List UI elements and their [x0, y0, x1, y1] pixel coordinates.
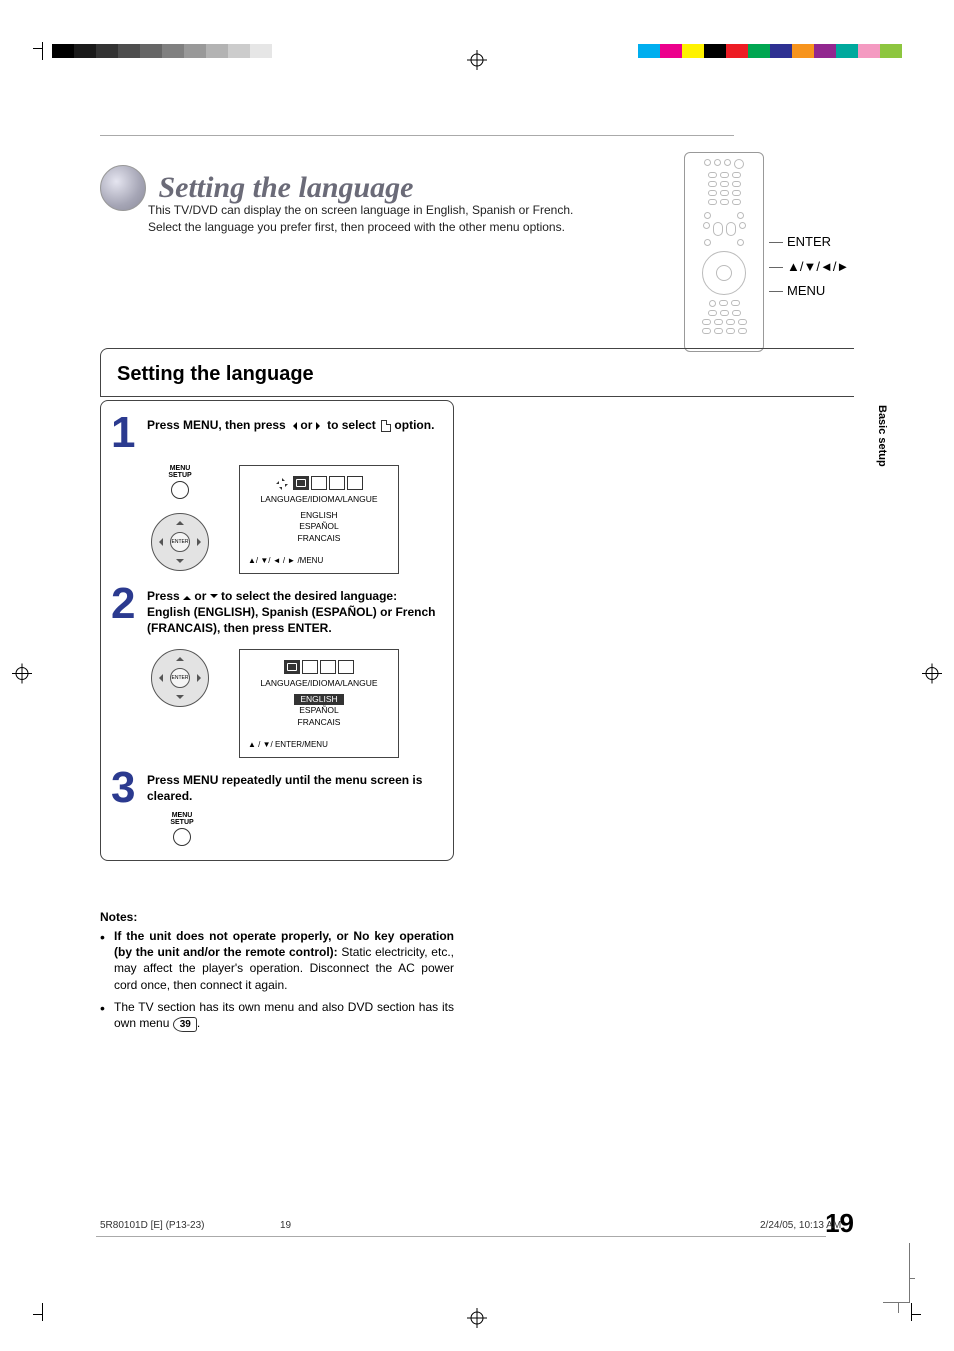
registration-mark-icon [12, 663, 32, 688]
osd-screen-1: LANGUAGE/IDIOMA/LANGUE ENGLISH ESPAÑOL F… [239, 465, 399, 574]
menu-setup-button-icon: MENUSETUP [167, 812, 197, 846]
page-title: Setting the language [158, 171, 413, 205]
osd-item: ESPAÑOL [248, 521, 390, 532]
section-title: Setting the language [117, 363, 854, 386]
dpad-icon: ENTER [151, 649, 209, 707]
osd-tab-icon [311, 476, 327, 490]
notes-section: Notes: If the unit does not operate prop… [100, 910, 454, 1038]
step-1: 1 Press MENU, then press or to select op… [111, 413, 443, 453]
osd-screen-2: LANGUAGE/IDIOMA/LANGUE ENGLISH ESPAÑOL F… [239, 649, 399, 758]
osd-tab-icon [320, 660, 336, 674]
header-rule [100, 135, 734, 136]
intro-text: This TV/DVD can display the on screen la… [148, 202, 588, 237]
osd-footer: ▲/ ▼/ ◄ / ► /MENU [248, 556, 390, 565]
osd-item: ESPAÑOL [248, 705, 390, 716]
note-item: If the unit does not operate properly, o… [114, 928, 454, 993]
step-1-text: Press MENU, then press or to select opti… [147, 413, 443, 453]
section-bullet-icon [100, 165, 146, 211]
osd-item-selected: ENGLISH [294, 694, 343, 705]
corner-crop-icon [884, 1243, 910, 1303]
side-tab-label: Basic setup [876, 405, 888, 467]
osd-label: LANGUAGE/IDIOMA/LANGUE [248, 494, 390, 504]
page-reference-badge: 39 [173, 1017, 197, 1032]
osd-footer: ▲ / ▼/ ENTER/MENU [248, 740, 390, 749]
crop-mark-icon [42, 42, 58, 60]
osd-item: FRANCAIS [248, 533, 390, 544]
footer-doc-id: 5R80101D [E] (P13-23) [100, 1220, 280, 1231]
osd-tab-icon [347, 476, 363, 490]
crop-mark-icon [42, 1303, 58, 1321]
footer: 5R80101D [E] (P13-23) 19 2/24/05, 10:13 … [100, 1220, 854, 1231]
osd-tab-icon [293, 476, 309, 490]
remote-label-arrows: ▲/▼/◄/► [787, 255, 849, 280]
down-arrow-icon [210, 594, 218, 602]
remote-callout-labels: ENTER ▲/▼/◄/► MENU [769, 230, 854, 304]
osd-item: ENGLISH [248, 510, 390, 521]
section-header: Setting the language [100, 348, 854, 397]
note-item: The TV section has its own menu and also… [114, 999, 454, 1032]
step-number-1: 1 [111, 413, 147, 453]
registration-mark-icon [922, 663, 942, 688]
step-3-text: Press MENU repeatedly until the menu scr… [147, 768, 443, 808]
up-arrow-icon [183, 592, 191, 600]
nav-diamond-icon [275, 477, 287, 489]
remote-label-enter: ENTER [787, 230, 831, 255]
step-number-2: 2 [111, 584, 147, 637]
osd-tab-icon [338, 660, 354, 674]
right-arrow-icon [316, 422, 324, 430]
footer-page: 19 [280, 1220, 540, 1231]
dpad-icon: ENTER [151, 513, 209, 571]
footer-date: 2/24/05, 10:13 AM [540, 1220, 854, 1231]
osd-tab-icon [329, 476, 345, 490]
osd-tab-icon [284, 660, 300, 674]
osd-tab-icon [302, 660, 318, 674]
step-number-3: 3 [111, 768, 147, 808]
osd-item: FRANCAIS [248, 717, 390, 728]
left-arrow-icon [289, 422, 297, 430]
remote-control-icon [684, 152, 764, 352]
menu-setup-button-icon: MENUSETUP [151, 465, 209, 499]
step-2: 2 Press or to select the desired languag… [111, 584, 443, 637]
step-2-text: Press or to select the desired language:… [147, 584, 443, 637]
registration-mark-icon [467, 1308, 487, 1333]
steps-panel: 1 Press MENU, then press or to select op… [100, 400, 454, 861]
osd-label: LANGUAGE/IDIOMA/LANGUE [248, 678, 390, 688]
remote-label-menu: MENU [787, 279, 825, 304]
registration-mark-icon [467, 50, 487, 75]
notes-heading: Notes: [100, 910, 454, 924]
option-page-icon [381, 420, 391, 432]
step-3: 3 Press MENU repeatedly until the menu s… [111, 768, 443, 808]
